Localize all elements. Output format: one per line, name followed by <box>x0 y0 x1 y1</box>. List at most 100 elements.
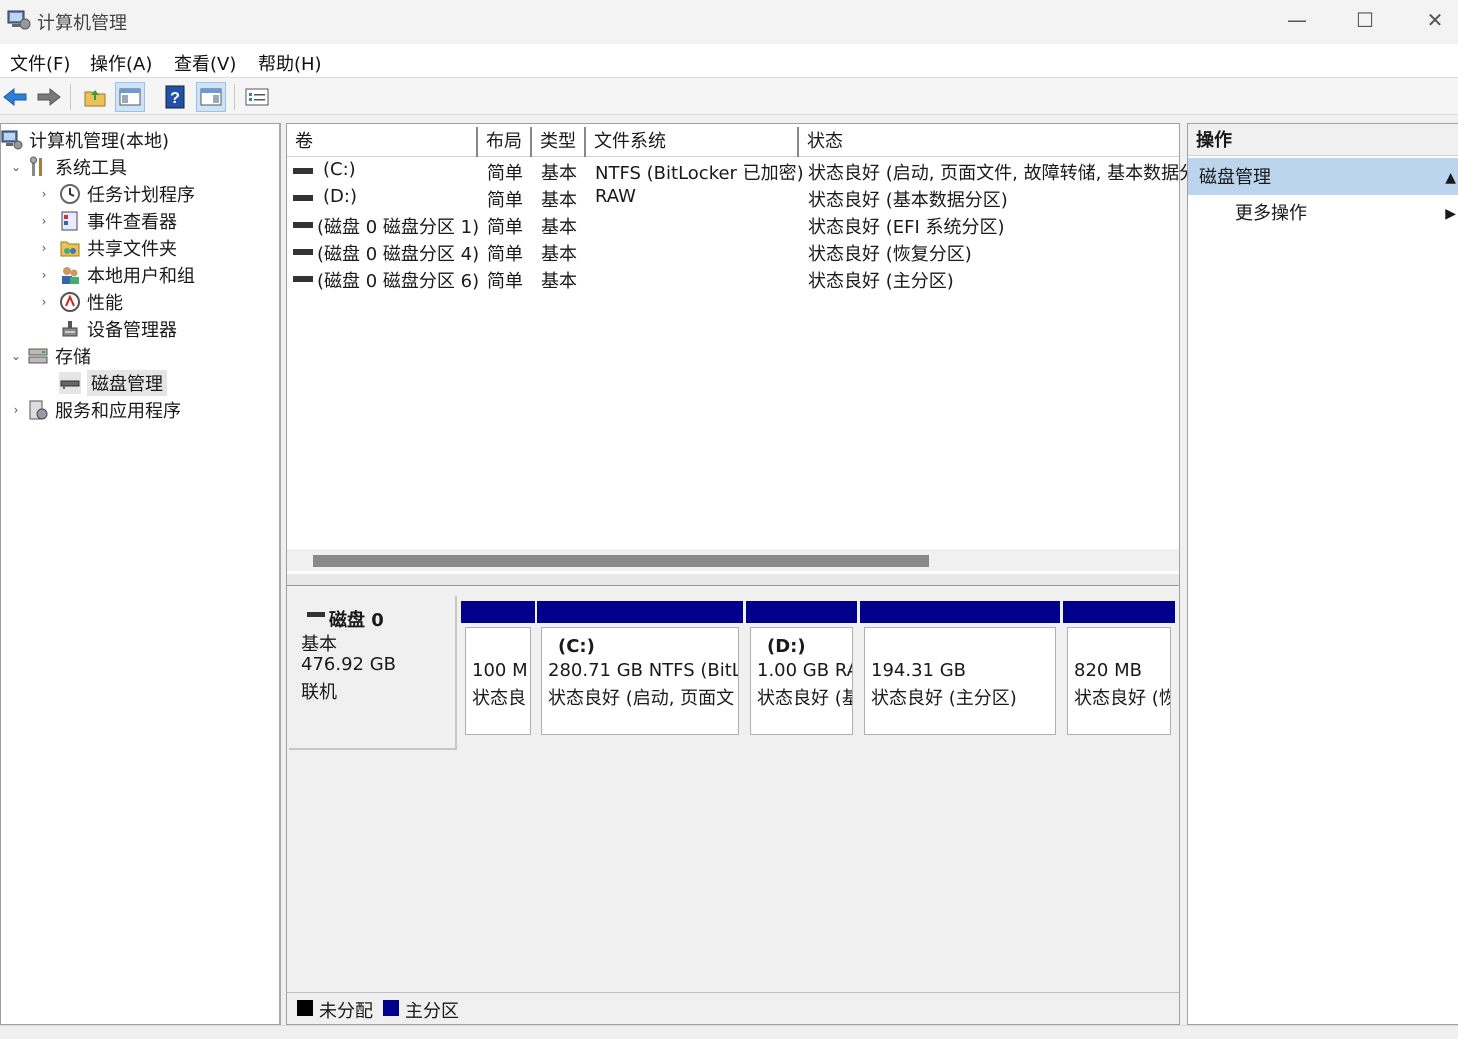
menu-bar: 文件(F) 操作(A) 查看(V) 帮助(H) <box>0 44 1458 78</box>
tree-label: 计算机管理(本地) <box>29 130 170 152</box>
properties-button[interactable] <box>242 82 272 112</box>
disk-kind: 基本 <box>301 634 337 655</box>
column-volume[interactable]: 卷 <box>287 127 478 157</box>
tree-item-device-manager[interactable]: 设备管理器 <box>37 315 177 342</box>
forward-button[interactable] <box>34 82 64 112</box>
close-button[interactable]: ✕ <box>1400 0 1458 40</box>
more-actions-item[interactable]: 更多操作 ▶ <box>1188 197 1458 231</box>
minimize-button[interactable]: — <box>1262 0 1332 40</box>
volume-name: (C:) <box>323 159 356 180</box>
action-section-disk-management[interactable]: 磁盘管理 ▲ <box>1188 158 1458 195</box>
legend-unallocated: 未分配 <box>319 1001 373 1022</box>
action-pane-header: 操作 <box>1188 124 1458 156</box>
tree-item-services[interactable]: › 服务和应用程序 <box>9 396 181 423</box>
chevron-down-icon[interactable]: ⌄ <box>9 349 23 363</box>
drive-icon <box>293 195 313 201</box>
column-status[interactable]: 状态 <box>799 127 1181 157</box>
up-level-button[interactable] <box>80 82 110 112</box>
shared-folder-icon <box>59 237 81 259</box>
minimize-icon: — <box>1287 8 1307 32</box>
toolbar-separator <box>70 84 71 110</box>
tree-label: 共享文件夹 <box>87 238 177 260</box>
tree-item-event-viewer[interactable]: › 事件查看器 <box>37 207 177 234</box>
submenu-arrow-icon: ▶ <box>1445 206 1456 222</box>
chevron-right-icon[interactable]: › <box>37 268 51 282</box>
maximize-button[interactable]: ☐ <box>1330 0 1400 40</box>
help-icon: ? <box>165 85 185 109</box>
help-button[interactable]: ? <box>160 82 190 112</box>
volume-type: 基本 <box>541 271 577 292</box>
menu-help[interactable]: 帮助(H) <box>258 50 322 76</box>
toolbar: ? <box>0 78 1458 115</box>
volume-row[interactable]: (磁盘 0 磁盘分区 4) 简单 基本 状态良好 (恢复分区) <box>287 238 1179 265</box>
window-title: 计算机管理 <box>37 13 127 34</box>
drive-icon <box>293 222 313 228</box>
tree-label: 事件查看器 <box>87 211 177 233</box>
partition-status: 状态良 <box>472 688 526 709</box>
action-pane: 操作 磁盘管理 ▲ 更多操作 ▶ <box>1187 123 1458 1025</box>
tree-label: 性能 <box>87 292 123 314</box>
partition-block[interactable]: 820 MB 状态良好 (恢 <box>1063 601 1175 741</box>
volume-row[interactable]: (D:) 简单 基本 RAW 状态良好 (基本数据分区) <box>287 184 1179 211</box>
partition-block[interactable]: 194.31 GB 状态良好 (主分区) <box>860 601 1060 741</box>
back-button[interactable] <box>0 82 30 112</box>
tree-item-storage[interactable]: ⌄ 存储 <box>9 342 91 369</box>
partition-block[interactable]: (D:) 1.00 GB RA 状态良好 (基 <box>746 601 857 741</box>
disk-management-pane: 卷 布局 类型 文件系统 状态 (C:) 简单 基本 NTFS (BitLock… <box>286 123 1197 1025</box>
tree-item-local-users[interactable]: › 本地用户和组 <box>37 261 195 288</box>
action-section-label: 磁盘管理 <box>1199 167 1271 188</box>
computer-management-icon <box>1 129 23 151</box>
chevron-right-icon[interactable]: › <box>37 214 51 228</box>
chevron-right-icon[interactable]: › <box>37 295 51 309</box>
show-console-tree-button[interactable] <box>115 82 145 112</box>
volume-row[interactable]: (磁盘 0 磁盘分区 6) 简单 基本 状态良好 (主分区) <box>287 265 1179 292</box>
partition-status: 状态良好 (启动, 页面文 <box>548 688 735 709</box>
pane-splitter[interactable] <box>287 574 1179 586</box>
volume-row[interactable]: (磁盘 0 磁盘分区 1) 简单 基本 状态良好 (EFI 系统分区) <box>287 211 1179 238</box>
column-filesystem[interactable]: 文件系统 <box>586 127 799 157</box>
volume-status: 状态良好 (启动, 页面文件, 故障转储, 基本数据分 <box>808 163 1198 184</box>
chevron-down-icon[interactable]: ⌄ <box>9 160 23 174</box>
menu-view[interactable]: 查看(V) <box>174 50 236 76</box>
volume-status: 状态良好 (EFI 系统分区) <box>808 217 1005 238</box>
disk-info[interactable]: 磁盘 0 基本 476.92 GB 联机 <box>289 596 457 750</box>
tree-item-root[interactable]: 计算机管理(本地) <box>1 126 169 153</box>
chevron-right-icon[interactable]: › <box>37 187 51 201</box>
tree-label: 任务计划程序 <box>87 184 195 206</box>
collapse-up-icon[interactable]: ▲ <box>1445 158 1456 198</box>
users-icon <box>59 264 81 286</box>
tree-item-task-scheduler[interactable]: › 任务计划程序 <box>37 180 195 207</box>
tree-item-system-tools[interactable]: ⌄ 系统工具 <box>9 153 127 180</box>
column-layout[interactable]: 布局 <box>478 127 532 157</box>
disk-state: 联机 <box>301 682 337 703</box>
maximize-icon: ☐ <box>1356 8 1374 32</box>
clock-icon <box>59 183 81 205</box>
volume-name: (D:) <box>323 186 357 207</box>
partition-size: 1.00 GB RA <box>757 660 853 681</box>
primary-partition-bar <box>1063 601 1175 623</box>
volume-type: 基本 <box>541 244 577 265</box>
menu-file[interactable]: 文件(F) <box>10 50 70 76</box>
chevron-right-icon[interactable]: › <box>37 241 51 255</box>
partition-block[interactable]: (C:) 280.71 GB NTFS (BitLo 状态良好 (启动, 页面文 <box>537 601 743 741</box>
chevron-right-icon[interactable]: › <box>9 403 23 417</box>
partition-block[interactable]: 100 M 状态良 <box>461 601 535 741</box>
horizontal-scrollbar[interactable] <box>287 549 1179 571</box>
drive-icon <box>293 276 313 282</box>
disk-drive-icon <box>59 371 81 394</box>
tree-item-shared-folders[interactable]: › 共享文件夹 <box>37 234 177 261</box>
tree-item-performance[interactable]: › 性能 <box>37 288 123 315</box>
tree-item-disk-management[interactable]: 磁盘管理 <box>37 369 167 396</box>
primary-partition-bar <box>746 601 857 623</box>
menu-action[interactable]: 操作(A) <box>90 50 152 76</box>
scrollbar-thumb[interactable] <box>313 555 929 567</box>
volume-row[interactable]: (C:) 简单 基本 NTFS (BitLocker 已加密) 状态良好 (启动… <box>287 157 1197 184</box>
tree-label: 服务和应用程序 <box>55 400 181 422</box>
column-type[interactable]: 类型 <box>532 127 586 157</box>
show-action-pane-button[interactable] <box>196 82 226 112</box>
drive-icon <box>293 249 313 255</box>
volume-filesystem: RAW <box>595 186 636 207</box>
device-manager-icon <box>59 318 81 340</box>
primary-partition-bar <box>537 601 743 623</box>
partition-size: 280.71 GB NTFS (BitLo <box>548 660 739 681</box>
